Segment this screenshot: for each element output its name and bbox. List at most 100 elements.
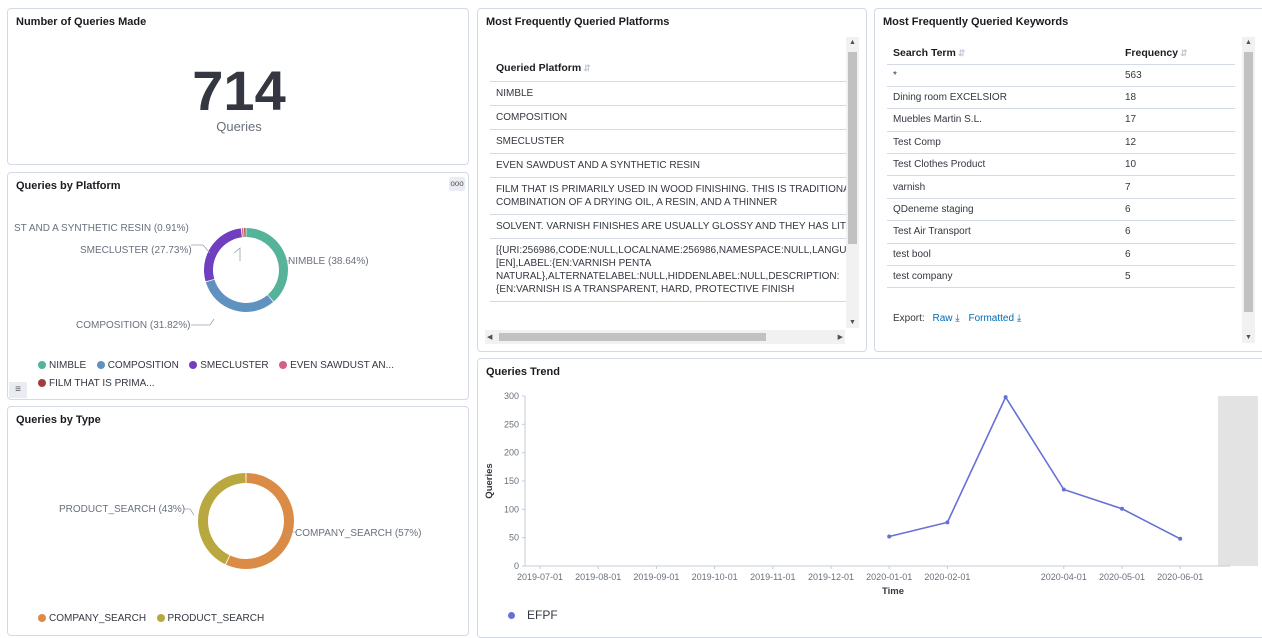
search-term-cell: QDeneme staging bbox=[887, 198, 1119, 222]
column-header-frequency[interactable]: Frequency ⇵ bbox=[1119, 42, 1235, 65]
table-row: Dining room EXCELSIOR 18 bbox=[887, 86, 1235, 110]
trend-data-point[interactable] bbox=[887, 534, 892, 539]
table-row: Test Clothes Product 10 bbox=[887, 153, 1235, 177]
platform-donut-chart: ST AND A SYNTHETIC RESIN (0.91%) SMECLUS… bbox=[14, 223, 369, 331]
table-row: test company 5 bbox=[887, 265, 1235, 289]
scroll-down-arrow-icon[interactable]: ▼ bbox=[849, 319, 856, 326]
sort-icon[interactable]: ⇵ bbox=[583, 63, 591, 73]
search-term-cell: Test Comp bbox=[887, 131, 1119, 155]
scroll-left-arrow-icon[interactable]: ◀ bbox=[487, 333, 492, 341]
platform-table-vertical-scrollbar[interactable]: ▲ ▼ bbox=[846, 37, 859, 328]
column-header-platform[interactable]: Queried Platform ⇵ bbox=[490, 55, 846, 82]
scroll-right-arrow-icon[interactable]: ▶ bbox=[838, 333, 843, 341]
donut-slice-sawdust[interactable] bbox=[241, 228, 244, 238]
table-cell: SOLVENT. VARNISH FINISHES ARE USUALLY GL… bbox=[490, 214, 846, 239]
table-row: EVEN SAWDUST AND A SYNTHETIC RESIN bbox=[490, 153, 846, 178]
table-row: SMECLUSTER bbox=[490, 129, 846, 154]
legend-label: NIMBLE bbox=[49, 359, 87, 371]
legend-swatch bbox=[38, 614, 46, 622]
search-term-cell: Muebles Martin S.L. bbox=[887, 108, 1119, 132]
donut-slice-smecluster[interactable] bbox=[204, 228, 242, 282]
frequency-cell: 18 bbox=[1119, 86, 1235, 110]
legend-item-film[interactable]: FILM THAT IS PRIMA... bbox=[38, 378, 155, 389]
donut-slice-product[interactable] bbox=[198, 473, 246, 565]
table-cell: COMPOSITION bbox=[490, 105, 846, 130]
legend-toggle-icon[interactable]: ≡ bbox=[9, 382, 27, 398]
platform-table-horizontal-scrollbar[interactable]: ◀ ▶ bbox=[485, 330, 845, 344]
frequency-cell: 563 bbox=[1119, 64, 1235, 87]
trend-data-point[interactable] bbox=[945, 520, 950, 525]
search-term-cell: Test Clothes Product bbox=[887, 153, 1119, 177]
legend-item-composition[interactable]: COMPOSITION bbox=[96, 360, 179, 371]
frequency-cell: 10 bbox=[1119, 153, 1235, 177]
table-cell-line: {EN:VARNISH IS A TRANSPARENT, HARD, PROT… bbox=[496, 283, 795, 295]
keyword-table-vertical-scrollbar[interactable]: ▲ ▼ bbox=[1242, 37, 1255, 343]
type-donut-chart: PRODUCT_SEARCH (43%) COMPANY_SEARCH (57%… bbox=[59, 473, 422, 569]
export-bar: Export: Raw ⤓ Formatted ⤓ bbox=[893, 313, 1021, 324]
scroll-thumb[interactable] bbox=[499, 333, 766, 341]
trend-data-point[interactable] bbox=[1178, 536, 1183, 541]
legend-label: EFPF bbox=[527, 608, 558, 622]
donut-slice-company[interactable] bbox=[226, 473, 295, 569]
trend-panel: Queries Trend 0 50 100 150 200 250 300 2019-07-… bbox=[477, 358, 1262, 638]
trend-legend[interactable]: EFPF bbox=[508, 608, 558, 622]
trend-data-point[interactable] bbox=[1120, 506, 1124, 511]
slice-label-composition: COMPOSITION (31.82%) bbox=[76, 320, 190, 331]
table-cell-line: NATURAL},ALTERNATELABEL:NULL,HIDDENLABEL… bbox=[496, 270, 840, 282]
frequency-cell: 6 bbox=[1119, 198, 1235, 222]
scroll-up-arrow-icon[interactable]: ▲ bbox=[1245, 39, 1252, 46]
frequency-cell: 12 bbox=[1119, 131, 1235, 155]
table-cell: NIMBLE bbox=[490, 81, 846, 106]
table-header-row: Search Term ⇵ Frequency ⇵ bbox=[887, 42, 1235, 65]
sort-icon[interactable]: ⇵ bbox=[1180, 48, 1188, 58]
table-row: QDeneme staging 6 bbox=[887, 198, 1235, 222]
export-raw-link[interactable]: Raw ⤓ bbox=[932, 313, 959, 324]
scroll-thumb[interactable] bbox=[848, 52, 857, 244]
column-header-label: Search Term bbox=[893, 46, 956, 59]
column-header-search-term[interactable]: Search Term ⇵ bbox=[887, 42, 1119, 65]
legend-item-company[interactable]: COMPANY_SEARCH bbox=[38, 613, 146, 624]
scroll-up-arrow-icon[interactable]: ▲ bbox=[849, 39, 856, 46]
query-count-label: Queries bbox=[216, 119, 262, 134]
trend-data-point[interactable] bbox=[1003, 395, 1008, 400]
export-raw-label: Raw bbox=[932, 313, 953, 324]
slice-label-nimble: NIMBLE (38.64%) bbox=[288, 256, 369, 267]
y-tick-label: 250 bbox=[504, 419, 519, 429]
search-term-cell: * bbox=[887, 64, 1119, 87]
legend-label: SMECLUSTER bbox=[200, 359, 269, 371]
platform-table-title: Most Frequently Queried Platforms bbox=[486, 16, 670, 28]
platform-table-viewport: Queried Platform ⇵ NIMBLE COMPOSITION SMECL… bbox=[490, 55, 846, 333]
legend-item-smecluster[interactable]: SMECLUSTER bbox=[189, 359, 269, 371]
type-donut-title: Queries by Type bbox=[16, 414, 101, 426]
donut-slice-composition[interactable] bbox=[205, 279, 274, 312]
trend-data-point[interactable] bbox=[1061, 487, 1066, 492]
legend-item-sawdust[interactable]: EVEN SAWDUST AN... bbox=[279, 360, 394, 371]
legend-swatch bbox=[38, 379, 46, 387]
slice-label-company: COMPANY_SEARCH (57%) bbox=[295, 528, 422, 539]
legend-swatch bbox=[508, 611, 515, 619]
scroll-thumb[interactable] bbox=[1244, 52, 1253, 312]
count-panel-title: Number of Queries Made bbox=[16, 16, 147, 28]
column-header-label: Queried Platform bbox=[496, 61, 582, 74]
export-formatted-link[interactable]: Formatted ⤓ bbox=[968, 313, 1021, 324]
table-cell: FILM THAT IS PRIMARILY USED IN WOOD FINI… bbox=[490, 177, 846, 215]
export-formatted-label: Formatted bbox=[968, 313, 1015, 324]
legend-swatch bbox=[189, 361, 198, 369]
donut-slice-film[interactable] bbox=[244, 228, 246, 238]
legend-item-nimble[interactable]: NIMBLE bbox=[38, 360, 86, 371]
table-cell-line: NIMBLE bbox=[496, 87, 534, 99]
search-term-cell: varnish bbox=[887, 175, 1119, 199]
legend-swatch bbox=[279, 361, 288, 369]
platform-table-body: NIMBLE COMPOSITION SMECLUSTER EVEN SAWDUST … bbox=[490, 81, 846, 302]
legend-item-product[interactable]: PRODUCT_SEARCH bbox=[156, 613, 264, 624]
panel-options-icon[interactable]: ooo bbox=[449, 177, 465, 191]
frequency-cell: 17 bbox=[1119, 108, 1235, 132]
x-tick-label: 2019-08-01 bbox=[575, 572, 621, 582]
donut-slice-nimble[interactable] bbox=[246, 228, 288, 302]
download-icon: ⤓ bbox=[955, 313, 960, 324]
sort-icon[interactable]: ⇵ bbox=[958, 48, 966, 58]
export-label: Export: bbox=[893, 313, 925, 324]
scroll-down-arrow-icon[interactable]: ▼ bbox=[1245, 334, 1252, 341]
legend-swatch bbox=[156, 614, 165, 622]
keyword-table: Search Term ⇵ Frequency ⇵ * 563 Dining room … bbox=[887, 42, 1235, 289]
